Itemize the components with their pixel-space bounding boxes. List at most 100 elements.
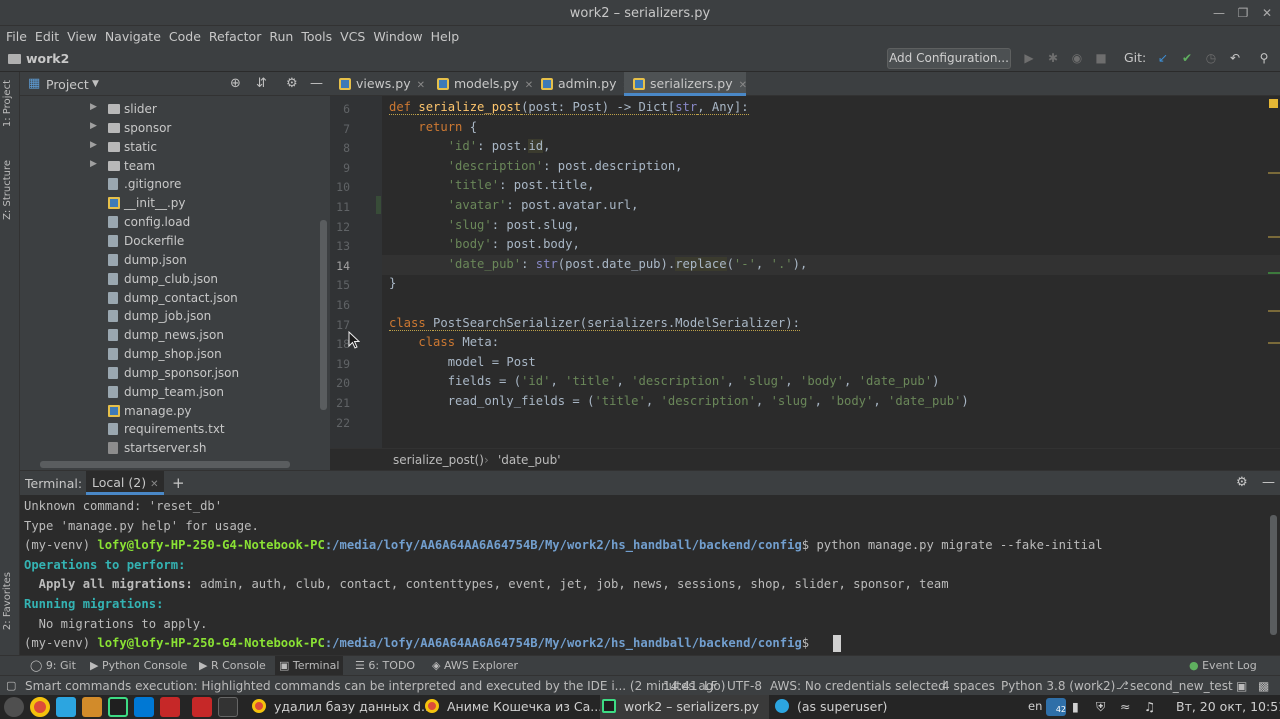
close-tab-icon[interactable]: ✕ bbox=[150, 479, 158, 490]
hide-icon[interactable]: — bbox=[310, 76, 323, 91]
tree-item[interactable]: Dockerfile bbox=[20, 232, 320, 251]
tool-python-console[interactable]: ▶ Python Console bbox=[90, 659, 187, 672]
lock-icon[interactable]: ▣ bbox=[1236, 679, 1247, 693]
menu-run[interactable]: Run bbox=[269, 29, 293, 44]
collapse-all-icon[interactable]: ⇵ bbox=[256, 76, 267, 91]
git-rollback-icon[interactable]: ↶ bbox=[1227, 50, 1243, 66]
tree-item[interactable]: __init__.py bbox=[20, 194, 320, 213]
menu-window[interactable]: Window bbox=[373, 29, 422, 44]
locate-icon[interactable]: ⊕ bbox=[230, 76, 241, 91]
project-horizontal-scrollbar[interactable] bbox=[40, 461, 290, 468]
tab-admin[interactable]: admin.py✕ bbox=[532, 72, 631, 96]
menu-view[interactable]: View bbox=[67, 29, 97, 44]
tree-item[interactable]: dump_news.json bbox=[20, 326, 320, 345]
files-icon[interactable] bbox=[192, 697, 212, 717]
start-menu-icon[interactable] bbox=[4, 697, 24, 717]
menu-edit[interactable]: Edit bbox=[35, 29, 59, 44]
debug-icon[interactable]: ✱ bbox=[1045, 50, 1061, 66]
tree-item[interactable]: dump_contact.json bbox=[20, 289, 320, 308]
hide-icon[interactable]: — bbox=[1262, 475, 1275, 490]
battery-icon[interactable]: ▮ bbox=[1072, 699, 1079, 714]
indent-setting[interactable]: 4 spaces bbox=[942, 679, 995, 693]
chevron-right-icon[interactable]: ▶ bbox=[90, 121, 97, 131]
chevron-right-icon[interactable]: ▶ bbox=[90, 159, 97, 169]
volume-icon[interactable]: ♫ bbox=[1144, 699, 1155, 714]
terminal-tab-local[interactable]: Local (2) ✕ bbox=[86, 471, 165, 495]
stripe-marker[interactable] bbox=[1268, 172, 1280, 174]
project-tool-tab[interactable]: 1: Project bbox=[2, 80, 13, 127]
terminal-output[interactable]: Unknown command: 'reset_db' Type 'manage… bbox=[24, 497, 1264, 655]
close-tab-icon[interactable]: ✕ bbox=[417, 80, 425, 91]
task-window-telegram[interactable]: (as superuser) bbox=[775, 699, 887, 714]
gear-icon[interactable]: ⚙ bbox=[286, 76, 298, 91]
menu-navigate[interactable]: Navigate bbox=[105, 29, 161, 44]
stripe-marker[interactable] bbox=[1268, 272, 1280, 274]
menu-refactor[interactable]: Refactor bbox=[209, 29, 261, 44]
tab-views[interactable]: views.py ✕ bbox=[330, 72, 428, 96]
vscode-icon[interactable] bbox=[134, 697, 154, 717]
tree-item[interactable]: manage.py bbox=[20, 402, 320, 421]
tree-item[interactable]: ▶ static bbox=[20, 138, 320, 157]
tree-item[interactable]: dump.json bbox=[20, 251, 320, 270]
project-scrollbar[interactable] bbox=[320, 220, 327, 410]
gear-icon[interactable]: ⚙ bbox=[1236, 475, 1248, 490]
menu-tools[interactable]: Tools bbox=[301, 29, 332, 44]
status-message-icon[interactable]: ▢ bbox=[6, 679, 16, 692]
new-terminal-button[interactable]: + bbox=[172, 474, 185, 492]
chevron-right-icon[interactable]: ▶ bbox=[90, 102, 97, 112]
tree-item[interactable]: startserver.sh bbox=[20, 439, 320, 458]
tab-serializers[interactable]: serializers.py ✕ bbox=[624, 72, 747, 96]
minimize-icon[interactable]: — bbox=[1210, 4, 1228, 22]
menu-vcs[interactable]: VCS bbox=[340, 29, 365, 44]
terminal-app-icon[interactable] bbox=[218, 697, 238, 717]
tree-item[interactable]: .gitignore bbox=[20, 175, 320, 194]
shield-icon[interactable]: ⛨ bbox=[1096, 699, 1105, 715]
file-encoding[interactable]: UTF-8 bbox=[727, 679, 762, 693]
line-gutter[interactable]: 6 7 8 9 10 11 12 13 14 15 16 17 18 19 20 21 22 bbox=[330, 96, 382, 448]
breadcrumb-function[interactable]: serialize_post() bbox=[393, 453, 484, 467]
aws-credentials[interactable]: AWS: No credentials selected bbox=[770, 679, 946, 693]
breadcrumb-key[interactable]: 'date_pub' bbox=[498, 453, 561, 467]
project-breadcrumb[interactable]: work2 bbox=[8, 51, 69, 66]
coverage-icon[interactable]: ◉ bbox=[1069, 50, 1085, 66]
tree-item[interactable]: dump_shop.json bbox=[20, 345, 320, 364]
error-stripe[interactable] bbox=[1266, 96, 1280, 448]
tool-terminal[interactable]: ▣ Terminal bbox=[275, 656, 344, 675]
git-update-icon[interactable]: ↙ bbox=[1155, 50, 1171, 66]
tree-item[interactable]: dump_club.json bbox=[20, 270, 320, 289]
memory-indicator-icon[interactable]: ▩ bbox=[1258, 679, 1269, 693]
app-icon[interactable] bbox=[160, 697, 180, 717]
keyboard-layout[interactable]: en bbox=[1028, 699, 1042, 713]
warning-icon[interactable] bbox=[1269, 99, 1278, 108]
tree-item[interactable]: dump_job.json bbox=[20, 307, 320, 326]
chevron-down-icon[interactable]: ▼ bbox=[92, 79, 99, 89]
close-icon[interactable]: ✕ bbox=[1258, 4, 1276, 22]
tool-aws-explorer[interactable]: ◈ AWS Explorer bbox=[432, 659, 518, 672]
stripe-marker[interactable] bbox=[1268, 342, 1280, 344]
clock[interactable]: Вт, 20 окт, 10:51 bbox=[1176, 699, 1280, 714]
tree-item[interactable]: ▶ sponsor bbox=[20, 119, 320, 138]
close-tab-icon[interactable]: ✕ bbox=[739, 80, 747, 91]
project-view-selector[interactable]: Project bbox=[46, 77, 89, 92]
menu-code[interactable]: Code bbox=[169, 29, 201, 44]
search-everywhere-icon[interactable]: ⚲ bbox=[1256, 50, 1272, 66]
vcs-change-marker[interactable] bbox=[376, 196, 381, 214]
stripe-marker[interactable] bbox=[1268, 310, 1280, 312]
tree-item[interactable]: ▶ slider bbox=[20, 100, 320, 119]
menu-help[interactable]: Help bbox=[431, 29, 460, 44]
git-branch[interactable]: second_new_test bbox=[1130, 679, 1233, 693]
tool-event-log[interactable]: ● Event Log bbox=[1189, 659, 1257, 672]
tab-models[interactable]: models.py ✕ bbox=[428, 72, 533, 96]
tree-item[interactable]: requirements.txt bbox=[20, 420, 320, 439]
git-commit-icon[interactable]: ✔ bbox=[1179, 50, 1195, 66]
status-message[interactable]: Smart commands execution: Highlighted co… bbox=[25, 679, 725, 693]
update-tray-icon[interactable]: 42 bbox=[1046, 698, 1066, 716]
pycharm-icon[interactable] bbox=[108, 697, 128, 717]
task-window-pycharm[interactable]: work2 – serializers.py bbox=[600, 695, 770, 719]
wifi-icon[interactable]: ≈ bbox=[1120, 699, 1130, 714]
tool-git[interactable]: ◯ 9: Git bbox=[30, 659, 76, 672]
chrome-icon[interactable] bbox=[30, 697, 50, 717]
terminal-scrollbar[interactable] bbox=[1270, 515, 1277, 635]
task-window-chrome-1[interactable]: удалил базу данных d... bbox=[252, 699, 433, 714]
chevron-right-icon[interactable]: ▶ bbox=[90, 140, 97, 150]
